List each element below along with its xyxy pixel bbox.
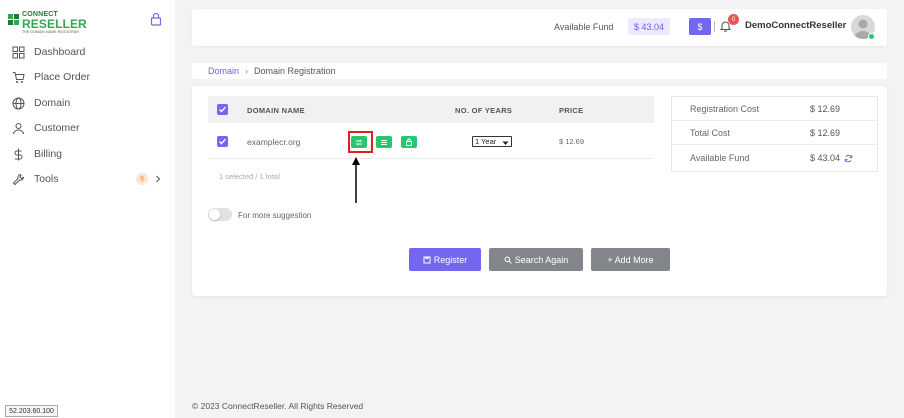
sidebar-item-billing[interactable]: Billing [0, 143, 175, 165]
user-icon [13, 122, 24, 134]
sidebar-item-label: Customer [34, 122, 80, 134]
register-button-label: Register [433, 254, 468, 265]
price-cell: $ 12.69 [559, 137, 585, 146]
suggestion-label: For more suggestion [238, 211, 312, 220]
cost-summary: Registration Cost $ 12.69 Total Cost $ 1… [671, 96, 878, 172]
logo-mark-icon [8, 14, 19, 25]
breadcrumb-separator-icon: › [245, 66, 249, 76]
selection-count: 1 selected / 1 total [219, 172, 280, 181]
breadcrumb-domain-link[interactable]: Domain [208, 66, 239, 76]
table-header: DOMAIN NAME NO. OF YEARS PRICE [208, 96, 654, 123]
notification-badge: 0 [728, 14, 739, 25]
breadcrumb: Domain › Domain Registration [192, 63, 887, 79]
years-select-value: 1 Year [475, 137, 497, 146]
top-navbar: Available Fund $ 43.04 $ 0 DemoConnectRe… [192, 9, 887, 46]
domain-registration-card: DOMAIN NAME NO. OF YEARS PRICE examplecr… [192, 86, 887, 296]
lock-icon[interactable] [150, 12, 162, 26]
ip-address-label: 52.203.60.100 [5, 405, 58, 417]
domain-name-cell: examplecr.org [247, 137, 301, 147]
sidebar-item-label: Domain [34, 97, 71, 109]
refresh-icon[interactable] [844, 154, 853, 163]
suggestion-toggle[interactable] [208, 208, 232, 221]
table-row: examplecr.org 1 Year $ 12.69 [208, 124, 654, 159]
sidebar-item-place-order[interactable]: Place Order [0, 66, 175, 88]
sidebar-item-domain[interactable]: Domain [0, 92, 175, 114]
globe-icon [12, 97, 25, 109]
column-header-price: PRICE [559, 106, 584, 115]
row-checkbox[interactable] [217, 136, 228, 147]
highlight-box [348, 131, 373, 153]
add-more-label: + Add More [607, 254, 654, 265]
pointer-arrow-icon [352, 157, 360, 203]
summary-row-registration: Registration Cost $ 12.69 [672, 97, 877, 121]
sidebar-item-label: Dashboard [34, 46, 86, 58]
details-button[interactable] [376, 136, 392, 148]
check-icon [219, 106, 226, 113]
summary-label: Total Cost [690, 128, 731, 138]
sidebar-item-dashboard[interactable]: Dashboard [0, 41, 175, 63]
logo-tagline: THE DOMAIN NAME REGISTRAR [22, 30, 79, 34]
column-header-domain: DOMAIN NAME [247, 106, 305, 115]
dollar-icon [14, 148, 23, 160]
footer-copyright: © 2023 ConnectReseller. All Rights Reser… [192, 401, 364, 411]
search-again-button[interactable]: Search Again [489, 248, 583, 271]
available-fund-label: Available Fund [554, 22, 614, 32]
grid-icon [12, 46, 25, 58]
sidebar-item-label: Place Order [34, 71, 91, 83]
sidebar-item-tools[interactable]: Tools 9 [0, 168, 175, 190]
check-icon [219, 138, 226, 145]
summary-row-total: Total Cost $ 12.69 [672, 121, 877, 145]
divider [714, 21, 715, 32]
toggle-knob [209, 209, 220, 220]
summary-label: Available Fund [690, 153, 750, 163]
breadcrumb-current: Domain Registration [254, 66, 336, 76]
summary-row-available-fund: Available Fund $ 43.04 [672, 146, 877, 170]
select-all-checkbox[interactable] [217, 104, 228, 115]
tools-badge: 9 [136, 173, 148, 185]
cart-icon [13, 71, 25, 83]
online-status-dot [868, 33, 875, 40]
chevron-down-icon [502, 139, 509, 148]
sidebar-item-label: Tools [34, 173, 59, 185]
summary-label: Registration Cost [690, 104, 760, 114]
summary-value: $ 12.69 [810, 128, 841, 138]
column-header-years: NO. OF YEARS [455, 106, 513, 115]
add-more-button[interactable]: + Add More [591, 248, 670, 271]
privacy-lock-button[interactable] [401, 136, 417, 148]
sidebar-item-customer[interactable]: Customer [0, 117, 175, 139]
years-select[interactable]: 1 Year [472, 136, 512, 147]
sidebar-item-label: Billing [34, 148, 63, 160]
search-again-label: Search Again [514, 254, 569, 265]
register-button[interactable]: Register [409, 248, 481, 271]
add-fund-button[interactable]: $ [689, 18, 711, 35]
search-icon [504, 256, 512, 264]
sidebar: CONNECT RESELLER THE DOMAIN NAME REGISTR… [0, 0, 175, 418]
lock-icon [406, 138, 412, 146]
summary-value: $ 12.69 [810, 104, 841, 114]
wrench-icon [12, 173, 25, 185]
save-icon [423, 256, 431, 263]
connectreseller-logo[interactable]: CONNECT RESELLER THE DOMAIN NAME REGISTR… [8, 10, 98, 34]
username[interactable]: DemoConnectReseller [745, 20, 846, 31]
list-icon [381, 139, 387, 145]
available-fund-value: $ 43.04 [628, 18, 671, 35]
chevron-right-icon [156, 175, 161, 183]
summary-value: $ 43.04 [810, 153, 841, 163]
logo-text-reseller: RESELLER [22, 17, 87, 31]
